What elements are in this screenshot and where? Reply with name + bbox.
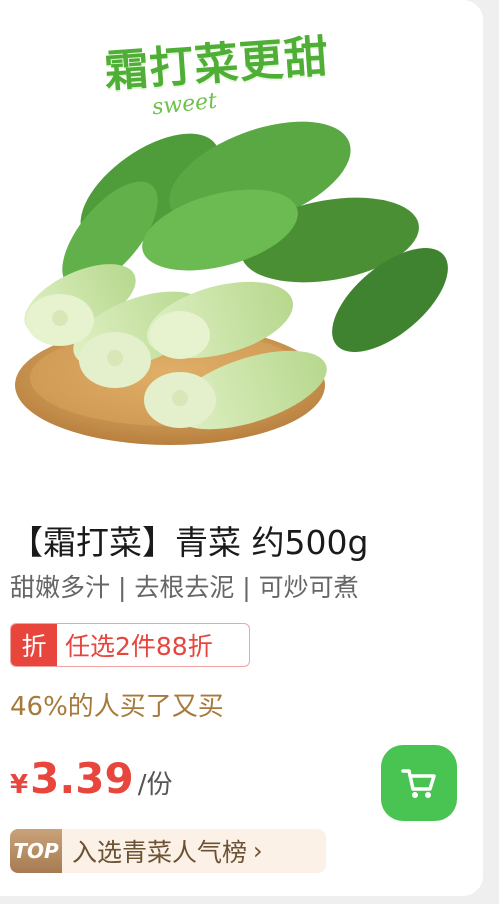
cart-icon (401, 769, 436, 798)
rebuy-text: 46%的人买了又买 (10, 692, 224, 722)
price-unit: /份 (137, 770, 173, 800)
product-image[interactable]: 霜打菜更甜 sweet (0, 0, 483, 500)
promo-text: 任选2件88折 (65, 632, 213, 661)
top-badge: TOP (10, 829, 62, 873)
bok-choy-illustration (15, 121, 448, 445)
chevron-right-icon: › (253, 837, 263, 865)
promo-badge[interactable]: 折 任选2件88折 (10, 623, 250, 667)
promo-tag: 折 (11, 624, 57, 666)
rank-text: 入选青菜人气榜 (72, 838, 248, 867)
add-to-cart-button[interactable] (381, 745, 457, 821)
price: ¥ 3.39 /份 (10, 754, 173, 803)
product-subtitle: 甜嫩多汁 | 去根去泥 | 可炒可煮 (10, 573, 359, 602)
price-value: 3.39 (30, 754, 134, 803)
rank-banner[interactable]: TOP 入选青菜人气榜 › (10, 829, 326, 873)
price-symbol: ¥ (10, 770, 29, 800)
product-card[interactable]: 霜打菜更甜 sweet 【霜打菜】青菜 约500g 甜嫩多汁 | 去根去泥 | … (0, 0, 483, 896)
product-title[interactable]: 【霜打菜】青菜 约500g (10, 516, 368, 564)
